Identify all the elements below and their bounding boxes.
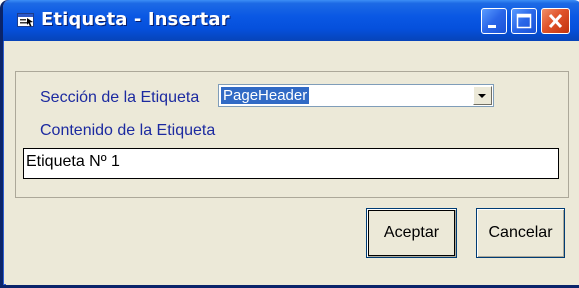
close-icon <box>548 13 563 29</box>
cancel-button[interactable]: Cancelar <box>476 208 565 258</box>
section-label: Sección de la Etiqueta <box>40 89 200 106</box>
minimize-button[interactable] <box>481 8 507 34</box>
form-icon <box>17 13 34 27</box>
minimize-icon <box>488 25 496 28</box>
window-title: Etiqueta - Insertar <box>41 9 230 30</box>
maximize-icon <box>516 13 532 29</box>
content-input[interactable]: Etiqueta Nº 1 <box>23 148 559 179</box>
section-selected-value: PageHeader <box>221 87 310 104</box>
dialog-window: Etiqueta - Insertar Sección de la Etique… <box>0 0 579 288</box>
maximize-button[interactable] <box>511 8 537 34</box>
dropdown-button[interactable] <box>473 86 492 105</box>
section-combobox[interactable]: PageHeader <box>218 84 494 107</box>
dialog-body: Sección de la Etiqueta PageHeader Conten… <box>6 41 579 285</box>
title-bar[interactable]: Etiqueta - Insertar <box>3 0 579 41</box>
accept-button[interactable]: Aceptar <box>366 208 457 258</box>
content-label: Contenido de la Etiqueta <box>40 122 216 139</box>
chevron-down-icon <box>478 94 486 98</box>
close-button[interactable] <box>541 8 570 34</box>
